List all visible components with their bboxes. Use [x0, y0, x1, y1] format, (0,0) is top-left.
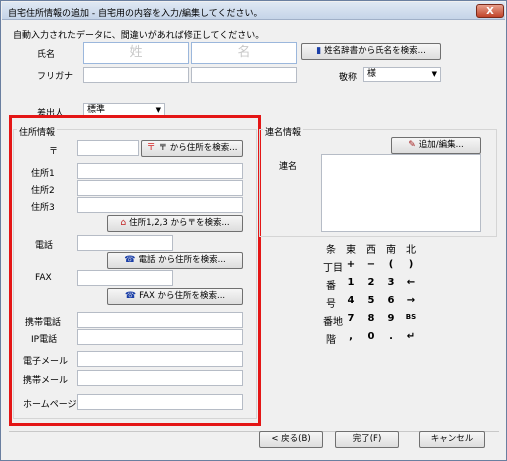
- cancel-button[interactable]: キャンセル: [419, 431, 485, 448]
- window-title: 自宅住所情報の追加 - 自宅用の内容を入力/編集してください。: [8, 9, 263, 19]
- keypad-key[interactable]: 東: [343, 241, 359, 256]
- keypad-key[interactable]: .: [383, 331, 399, 342]
- joint-name-textarea[interactable]: [321, 154, 481, 232]
- keypad-key[interactable]: 番地: [323, 313, 343, 328]
- back-button[interactable]: < 戻る(B): [259, 431, 323, 448]
- keypad-key[interactable]: 4: [343, 295, 359, 306]
- keypad-key[interactable]: −: [363, 259, 379, 270]
- furigana-mei-field[interactable]: [191, 67, 297, 83]
- book-icon: ▮: [316, 46, 322, 56]
- keypad-key[interactable]: →: [403, 295, 419, 306]
- keypad-key[interactable]: 8: [363, 313, 379, 324]
- honorific-select[interactable]: 様 ▼: [363, 67, 441, 82]
- keypad-key[interactable]: 号: [323, 295, 339, 310]
- keypad-key[interactable]: 7: [343, 313, 359, 324]
- furigana-label: フリガナ: [37, 72, 74, 82]
- keypad-key[interactable]: 西: [363, 241, 379, 256]
- instruction-text: 自動入力されたデータに、間違いがあれば修正してください。: [13, 31, 265, 41]
- keypad-key[interactable]: 2: [363, 277, 379, 288]
- keypad-key[interactable]: 階: [323, 331, 339, 346]
- keypad-key[interactable]: +: [343, 259, 359, 270]
- keypad-key[interactable]: ↵: [403, 331, 419, 342]
- keypad-key[interactable]: 番: [323, 277, 339, 292]
- furigana-sei-field[interactable]: [83, 67, 189, 83]
- keypad-key[interactable]: ←: [403, 277, 419, 288]
- name-dictionary-search-button[interactable]: ▮ 姓名辞書から氏名を検索...: [301, 43, 441, 60]
- given-name-field[interactable]: 名: [191, 42, 297, 64]
- name-label: 氏名: [37, 50, 56, 60]
- pen-icon: ✎: [408, 140, 416, 150]
- keypad-key[interactable]: (: [383, 259, 399, 270]
- joint-name-edit-button[interactable]: ✎ 追加/編集...: [391, 137, 481, 154]
- honorific-label: 敬称: [339, 73, 358, 83]
- chevron-down-icon: ▼: [431, 70, 437, 78]
- keypad-key[interactable]: 9: [383, 313, 399, 324]
- keypad-key[interactable]: ,: [343, 331, 359, 342]
- close-button[interactable]: X: [476, 4, 504, 18]
- dialog-window: 自宅住所情報の追加 - 自宅用の内容を入力/編集してください。 X 自動入力され…: [0, 0, 507, 461]
- keypad-key[interactable]: 6: [383, 295, 399, 306]
- highlight-frame: [9, 115, 261, 426]
- joint-name-group-label: 連名情報: [263, 125, 304, 138]
- keypad-key[interactable]: 南: [383, 241, 399, 256]
- finish-button[interactable]: 完了(F): [335, 431, 399, 448]
- keypad-key[interactable]: ): [403, 259, 419, 270]
- keypad-key[interactable]: 3: [383, 277, 399, 288]
- joint-name-label: 連名: [279, 162, 298, 172]
- keypad-key[interactable]: 1: [343, 277, 359, 288]
- keypad-key[interactable]: 丁目: [323, 259, 343, 274]
- keypad-key[interactable]: BS: [403, 313, 419, 321]
- surname-field[interactable]: 姓: [83, 42, 189, 64]
- keypad-key[interactable]: 0: [363, 331, 379, 342]
- keypad-key[interactable]: 北: [403, 241, 419, 256]
- title-bar[interactable]: 自宅住所情報の追加 - 自宅用の内容を入力/編集してください。 X: [2, 2, 505, 20]
- keypad-key[interactable]: 5: [363, 295, 379, 306]
- keypad-key[interactable]: 条: [323, 241, 339, 256]
